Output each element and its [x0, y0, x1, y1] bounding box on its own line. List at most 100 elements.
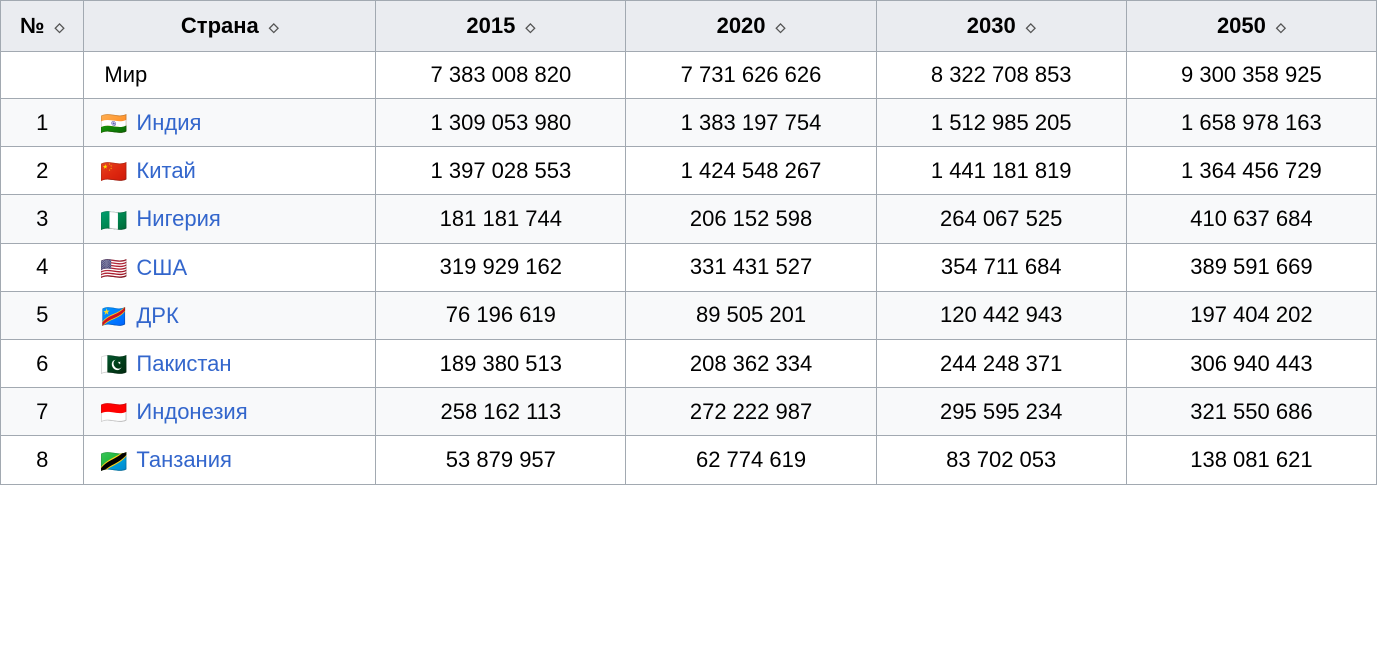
- flag-icon: 🇮🇳: [100, 113, 128, 133]
- header-country-label: Страна: [181, 13, 259, 38]
- row-2030: 264 067 525: [876, 195, 1126, 243]
- row-2050: 1 658 978 163: [1126, 99, 1376, 147]
- flag-icon: 🇺🇸: [100, 258, 128, 278]
- row-2020: 62 774 619: [626, 436, 876, 484]
- row-2020: 1 424 548 267: [626, 147, 876, 195]
- world-row: Мир 7 383 008 820 7 731 626 626 8 322 70…: [1, 52, 1377, 99]
- table-row: 7 🇮🇩 Индонезия 258 162 113272 222 987295 59…: [1, 388, 1377, 436]
- country-name[interactable]: США: [136, 255, 187, 280]
- sort-icon-country[interactable]: ⬦: [269, 19, 279, 36]
- table-row: 1 🇮🇳 Индия 1 309 053 9801 383 197 7541 512 …: [1, 99, 1377, 147]
- country-name[interactable]: Индонезия: [136, 399, 247, 424]
- header-2020-label: 2020: [717, 13, 766, 38]
- row-no: 8: [1, 436, 84, 484]
- country-name[interactable]: Индия: [136, 110, 201, 135]
- row-2050: 138 081 621: [1126, 436, 1376, 484]
- world-no: [1, 52, 84, 99]
- row-2015: 1 309 053 980: [376, 99, 626, 147]
- sort-icon-2030[interactable]: ⬦: [1026, 19, 1036, 36]
- row-country[interactable]: 🇳🇬 Нигерия: [84, 195, 376, 243]
- header-2030[interactable]: 2030 ⬦: [876, 1, 1126, 52]
- row-country[interactable]: 🇹🇿 Танзания: [84, 436, 376, 484]
- world-name-label: Мир: [104, 62, 147, 87]
- table-row: 8 🇹🇿 Танзания 53 879 95762 774 61983 702 05…: [1, 436, 1377, 484]
- sort-icon-2015[interactable]: ⬦: [525, 19, 535, 36]
- row-2020: 206 152 598: [626, 195, 876, 243]
- row-2050: 321 550 686: [1126, 388, 1376, 436]
- flag-icon: 🇨🇩: [100, 306, 128, 326]
- country-name[interactable]: ДРК: [136, 303, 178, 328]
- row-2015: 189 380 513: [376, 339, 626, 387]
- header-2030-label: 2030: [967, 13, 1016, 38]
- row-no: 2: [1, 147, 84, 195]
- header-2015[interactable]: 2015 ⬦: [376, 1, 626, 52]
- row-2020: 89 505 201: [626, 291, 876, 339]
- sort-icon-2050[interactable]: ⬦: [1276, 19, 1286, 36]
- world-2020: 7 731 626 626: [626, 52, 876, 99]
- row-2050: 389 591 669: [1126, 243, 1376, 291]
- header-2050[interactable]: 2050 ⬦: [1126, 1, 1376, 52]
- row-2015: 53 879 957: [376, 436, 626, 484]
- row-2030: 120 442 943: [876, 291, 1126, 339]
- row-no: 3: [1, 195, 84, 243]
- row-2030: 1 512 985 205: [876, 99, 1126, 147]
- header-country[interactable]: Страна ⬦: [84, 1, 376, 52]
- table-row: 5 🇨🇩 ДРК 76 196 61989 505 201120 442 943197…: [1, 291, 1377, 339]
- row-2020: 272 222 987: [626, 388, 876, 436]
- row-country[interactable]: 🇮🇩 Индонезия: [84, 388, 376, 436]
- flag-icon: 🇨🇳: [100, 161, 128, 181]
- flag-icon: 🇹🇿: [100, 451, 128, 471]
- row-2015: 181 181 744: [376, 195, 626, 243]
- world-name: Мир: [84, 52, 376, 99]
- row-no: 1: [1, 99, 84, 147]
- world-2015: 7 383 008 820: [376, 52, 626, 99]
- country-name[interactable]: Китай: [136, 158, 195, 183]
- country-name[interactable]: Пакистан: [136, 351, 231, 376]
- table-row: 3 🇳🇬 Нигерия 181 181 744206 152 598264 067 …: [1, 195, 1377, 243]
- row-2020: 208 362 334: [626, 339, 876, 387]
- row-2020: 331 431 527: [626, 243, 876, 291]
- row-2030: 244 248 371: [876, 339, 1126, 387]
- sort-icon-2020[interactable]: ⬦: [776, 19, 786, 36]
- header-2050-label: 2050: [1217, 13, 1266, 38]
- row-2015: 319 929 162: [376, 243, 626, 291]
- row-country[interactable]: 🇺🇸 США: [84, 243, 376, 291]
- flag-icon: 🇮🇩: [100, 402, 128, 422]
- row-2030: 83 702 053: [876, 436, 1126, 484]
- header-2020[interactable]: 2020 ⬦: [626, 1, 876, 52]
- row-no: 7: [1, 388, 84, 436]
- row-2050: 306 940 443: [1126, 339, 1376, 387]
- row-no: 6: [1, 339, 84, 387]
- row-country[interactable]: 🇵🇰 Пакистан: [84, 339, 376, 387]
- header-row: № ⬦ Страна ⬦ 2015 ⬦ 2020 ⬦ 2030 ⬦ 2050 ⬦: [1, 1, 1377, 52]
- world-2030: 8 322 708 853: [876, 52, 1126, 99]
- row-no: 4: [1, 243, 84, 291]
- row-2020: 1 383 197 754: [626, 99, 876, 147]
- row-2050: 1 364 456 729: [1126, 147, 1376, 195]
- row-country[interactable]: 🇨🇩 ДРК: [84, 291, 376, 339]
- row-2050: 197 404 202: [1126, 291, 1376, 339]
- row-2030: 295 595 234: [876, 388, 1126, 436]
- country-name[interactable]: Танзания: [136, 448, 232, 473]
- row-2030: 354 711 684: [876, 243, 1126, 291]
- table-row: 6 🇵🇰 Пакистан 189 380 513208 362 334244 248…: [1, 339, 1377, 387]
- row-2050: 410 637 684: [1126, 195, 1376, 243]
- row-country[interactable]: 🇨🇳 Китай: [84, 147, 376, 195]
- flag-icon: 🇳🇬: [100, 210, 128, 230]
- country-name[interactable]: Нигерия: [136, 207, 220, 232]
- sort-icon-no[interactable]: ⬦: [55, 19, 65, 36]
- flag-icon: 🇵🇰: [100, 354, 128, 374]
- header-2015-label: 2015: [466, 13, 515, 38]
- row-country[interactable]: 🇮🇳 Индия: [84, 99, 376, 147]
- row-2015: 76 196 619: [376, 291, 626, 339]
- table-row: 4 🇺🇸 США 319 929 162331 431 527354 711 6843…: [1, 243, 1377, 291]
- row-no: 5: [1, 291, 84, 339]
- row-2015: 1 397 028 553: [376, 147, 626, 195]
- row-2030: 1 441 181 819: [876, 147, 1126, 195]
- table-row: 2 🇨🇳 Китай 1 397 028 5531 424 548 2671 441 …: [1, 147, 1377, 195]
- world-2050: 9 300 358 925: [1126, 52, 1376, 99]
- row-2015: 258 162 113: [376, 388, 626, 436]
- population-table: № ⬦ Страна ⬦ 2015 ⬦ 2020 ⬦ 2030 ⬦ 2050 ⬦: [0, 0, 1377, 485]
- header-no-label: №: [20, 13, 45, 38]
- header-no[interactable]: № ⬦: [1, 1, 84, 52]
